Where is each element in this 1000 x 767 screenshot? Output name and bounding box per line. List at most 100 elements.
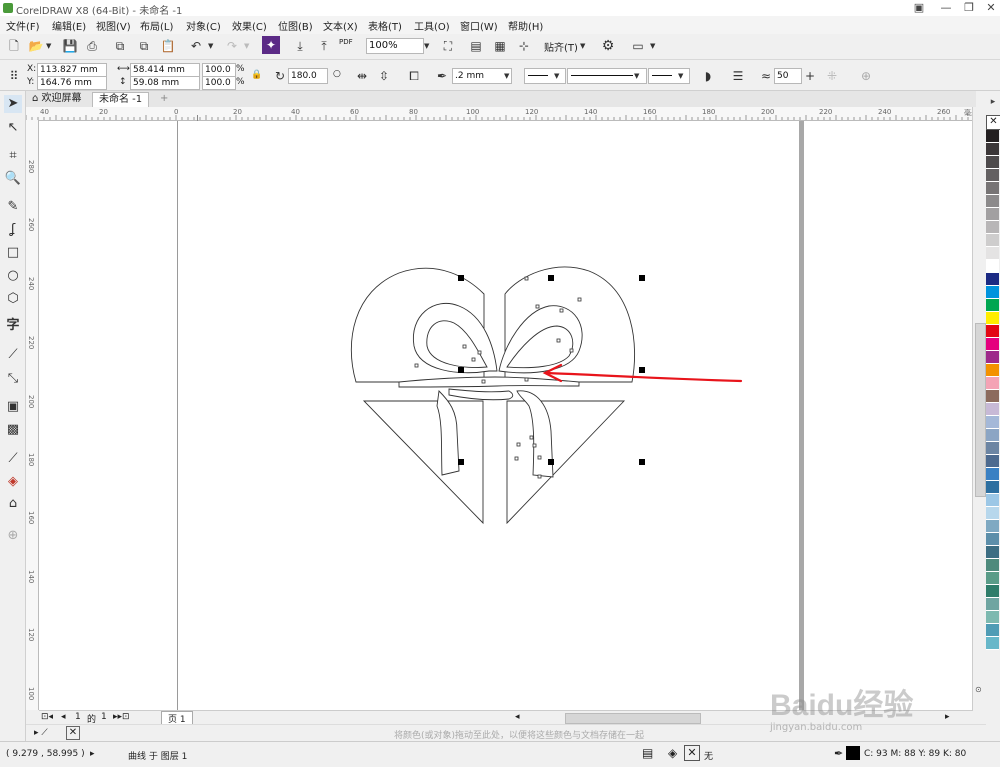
palette-swatch[interactable] — [986, 273, 999, 286]
tab-document[interactable]: 未命名 -1 — [92, 92, 150, 107]
next-page-icon[interactable]: ▸▸⊡ — [113, 712, 130, 722]
horizontal-scroll-thumb[interactable] — [565, 713, 701, 724]
shape-tool-icon[interactable]: ↖ — [4, 119, 22, 137]
palette-swatch[interactable] — [986, 442, 999, 455]
palette-swatch[interactable] — [986, 611, 999, 624]
undo-dropdown-icon[interactable]: ▼ — [208, 42, 213, 50]
scale-x-field[interactable]: 100.0 — [202, 63, 236, 77]
heart-gift-drawing[interactable] — [339, 261, 759, 531]
drawing-canvas[interactable] — [39, 115, 975, 710]
palette-swatch[interactable] — [986, 403, 999, 416]
outline-width-select[interactable]: .2 mm — [452, 68, 512, 84]
palette-swatch[interactable] — [986, 533, 999, 546]
show-rulers-icon[interactable]: ▤ — [466, 36, 486, 56]
palette-swatch[interactable] — [986, 195, 999, 208]
open-icon[interactable]: 📂 — [26, 36, 46, 56]
text-wrap-icon[interactable]: ☰ — [728, 66, 748, 86]
end-arrowhead-dropdown-icon[interactable]: ▼ — [678, 72, 683, 80]
palette-swatch[interactable] — [986, 299, 999, 312]
print-icon[interactable]: ⎙ — [82, 36, 102, 56]
corel-connect-icon[interactable]: ✦ — [262, 36, 280, 54]
outline-width-dropdown-icon[interactable]: ▼ — [504, 72, 509, 80]
restore-button[interactable]: ❐ — [958, 1, 980, 15]
palette-swatch[interactable] — [986, 156, 999, 169]
vertical-scrollbar[interactable]: ⊙ — [972, 107, 986, 710]
palette-swatch[interactable] — [986, 221, 999, 234]
freehand-tool-icon[interactable]: ✎ — [4, 198, 22, 216]
palette-flyout-arrow-icon[interactable]: ▸ — [986, 97, 1000, 109]
palette-swatch[interactable] — [986, 169, 999, 182]
mirror-vertical-icon[interactable]: ⇳ — [374, 66, 394, 86]
no-color-swatch[interactable]: ✕ — [986, 115, 1000, 130]
zoom-tool-icon[interactable]: 🔍 — [4, 170, 22, 188]
zoom-level-select[interactable]: 100% — [366, 38, 424, 54]
connector-tool-icon[interactable]: ⤡ — [4, 370, 22, 388]
launcher-dropdown-icon[interactable]: ▼ — [650, 42, 655, 50]
smart-fill-icon[interactable]: ⌂ — [4, 495, 22, 513]
palette-swatch[interactable] — [986, 312, 999, 325]
scroll-right-icon[interactable]: ▸ — [945, 712, 950, 722]
extract-nodes-icon[interactable]: ⁜ — [822, 66, 842, 86]
y-position-field[interactable]: 164.76 mm — [37, 76, 107, 90]
palette-swatch[interactable] — [986, 572, 999, 585]
status-expand-icon[interactable]: ▸ — [90, 749, 95, 759]
menu-file[interactable]: 文件(F) — [6, 18, 40, 33]
width-field[interactable]: 58.414 mm — [130, 63, 200, 77]
palette-swatch[interactable] — [986, 598, 999, 611]
object-origin-icon[interactable]: ⠿ — [4, 66, 24, 86]
menu-edit[interactable]: 编辑(E) — [52, 18, 86, 33]
export-icon[interactable]: ⤒ — [314, 36, 334, 56]
show-guidelines-icon[interactable]: ⊹ — [514, 36, 534, 56]
application-launcher-icon[interactable]: ▭ — [628, 36, 648, 56]
palette-swatch[interactable] — [986, 377, 999, 390]
copy-icon[interactable]: ⧉ — [134, 36, 154, 56]
palette-swatch[interactable] — [986, 481, 999, 494]
add-tab-button[interactable]: + — [154, 92, 174, 106]
start-arrowhead-dropdown-icon[interactable]: ▼ — [554, 72, 559, 80]
palette-swatch[interactable] — [986, 325, 999, 338]
snap-to-menu[interactable]: 贴齐(T) — [544, 39, 578, 54]
parallel-dimension-icon[interactable]: ⟋ — [4, 346, 22, 364]
eyedropper-icon[interactable]: ⟋ — [4, 450, 22, 468]
add-tool-icon[interactable]: ⊕ — [4, 527, 22, 545]
crop-tool-icon[interactable]: ⌗ — [4, 147, 22, 165]
page-tab[interactable]: 页 1 — [161, 711, 193, 725]
minimize-button[interactable]: — — [935, 1, 957, 15]
menu-object[interactable]: 对象(C) — [186, 18, 221, 33]
palette-swatch[interactable] — [986, 494, 999, 507]
menu-text[interactable]: 文本(X) — [323, 18, 358, 33]
end-arrowhead-select[interactable] — [648, 68, 690, 84]
show-grid-icon[interactable]: ▦ — [490, 36, 510, 56]
palette-swatch[interactable] — [986, 130, 999, 143]
line-style-dropdown-icon[interactable]: ▼ — [634, 72, 639, 80]
prev-page-icon[interactable]: ◂ — [61, 712, 66, 722]
menu-tools[interactable]: 工具(O) — [414, 18, 450, 33]
pdf-export-icon[interactable]: PDF — [339, 38, 353, 46]
pick-tool-icon[interactable]: ➤ — [4, 95, 22, 113]
palette-swatch[interactable] — [986, 546, 999, 559]
full-screen-icon[interactable]: ⛶ — [438, 36, 458, 56]
scale-y-field[interactable]: 100.0 — [202, 76, 236, 90]
artistic-media-icon[interactable]: ʆ — [4, 221, 22, 239]
palette-swatch[interactable] — [986, 182, 999, 195]
fill-none-swatch[interactable]: ✕ — [684, 745, 700, 761]
tab-welcome[interactable]: ⌂ 欢迎屏幕 — [26, 92, 96, 106]
palette-swatch[interactable] — [986, 585, 999, 598]
import-icon[interactable]: ⤓ — [290, 36, 310, 56]
menu-bitmaps[interactable]: 位图(B) — [278, 18, 313, 33]
menu-view[interactable]: 视图(V) — [96, 18, 131, 33]
menu-effects[interactable]: 效果(C) — [232, 18, 267, 33]
redo-dropdown-icon[interactable]: ▼ — [244, 42, 249, 50]
cut-icon[interactable]: ⧉ — [110, 36, 130, 56]
palette-swatch[interactable] — [986, 559, 999, 572]
user-icon[interactable]: ▣ — [908, 1, 930, 15]
palette-swatch[interactable] — [986, 338, 999, 351]
palette-swatch[interactable] — [986, 520, 999, 533]
horizontal-ruler[interactable]: 40 20 0 20 40 60 80 100 120 140 160 180 … — [26, 107, 986, 121]
scroll-left-icon[interactable]: ◂ — [515, 712, 520, 722]
palette-swatch[interactable] — [986, 364, 999, 377]
menu-table[interactable]: 表格(T) — [368, 18, 402, 33]
palette-swatch[interactable] — [986, 390, 999, 403]
document-no-color-swatch[interactable]: ✕ — [66, 726, 80, 740]
rotation-angle-field[interactable]: 180.0 — [288, 68, 328, 84]
